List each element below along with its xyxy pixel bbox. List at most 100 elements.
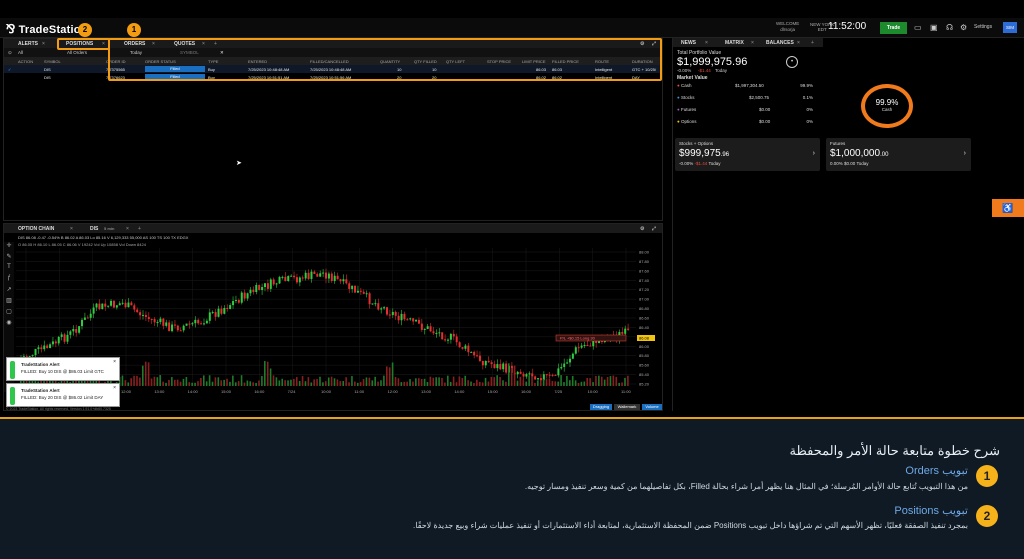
wallemark-button[interactable]: Wallemark [614, 404, 640, 410]
candle-body [150, 318, 153, 320]
indicator-icon[interactable]: ƒ [4, 275, 14, 286]
candle-body [307, 272, 310, 279]
volume-bar [264, 361, 266, 386]
account-select[interactable]: All [18, 50, 23, 55]
volume-bar [493, 377, 496, 386]
volume-bar [330, 376, 333, 386]
volume-bar [284, 380, 286, 386]
y-tick-label: 86.80 [639, 306, 650, 311]
volume-bar [531, 376, 533, 386]
stocks-options-card[interactable]: Stocks + Options $999,975.96 -0.00% -$1.… [675, 138, 820, 171]
tab-matrix[interactable]: MATRIX [725, 39, 744, 47]
volume-bar [339, 381, 342, 386]
tab-alerts[interactable]: ALERTS [18, 40, 38, 48]
candle-body [519, 371, 522, 374]
crosshair-icon[interactable]: ✛ [4, 242, 14, 253]
positions-highlight [57, 38, 110, 50]
volume-bar [606, 376, 609, 386]
y-tick-label: 86.40 [639, 325, 650, 330]
eye-icon[interactable]: ◉ [4, 319, 14, 330]
tab-news[interactable]: NEWS [681, 39, 696, 47]
close-icon[interactable]: × [113, 385, 116, 391]
bars-icon[interactable]: ▥ [4, 297, 14, 308]
volume-bar [380, 380, 382, 386]
volume-bar [214, 377, 217, 386]
settings-link[interactable]: Settings [974, 24, 992, 30]
candle-body [458, 342, 461, 348]
volume-bar [461, 378, 464, 386]
layout-icon[interactable]: ▭ [914, 23, 922, 32]
tab-balances[interactable]: BALANCES [766, 39, 794, 47]
volume-bar [502, 380, 504, 386]
x-tick-label: 10:00 [321, 389, 332, 394]
y-tick-label: 88.00 [639, 250, 650, 255]
text-icon[interactable]: T [4, 264, 14, 275]
gear-icon[interactable]: ⚙ [960, 23, 967, 32]
candle-body [205, 320, 208, 324]
candle-body [624, 328, 627, 334]
trade-button[interactable]: Trade [880, 22, 907, 34]
candle-body [54, 341, 57, 344]
shape-icon[interactable]: ▢ [4, 308, 14, 319]
eye-icon[interactable]: • [786, 56, 798, 68]
candle-body [298, 277, 301, 283]
candle-body [179, 330, 182, 332]
volume-bar [612, 375, 615, 386]
tab-option-chain[interactable]: OPTION CHAIN [18, 225, 54, 233]
volume-bar [496, 375, 498, 386]
x-tick-label: 14:00 [188, 389, 199, 394]
y-tick-label: 87.40 [639, 278, 650, 283]
window-icon[interactable]: ▣ [930, 23, 938, 32]
volume-bar [595, 375, 597, 386]
candle-body [110, 300, 113, 306]
fill-alert[interactable]: TradeStation Alert FILLED: Buy 10 DIS @ … [6, 357, 120, 381]
candle-body [188, 323, 191, 325]
candle-body [57, 336, 60, 344]
candle-body [325, 272, 327, 279]
volume-bar [624, 377, 626, 386]
volume-bar [586, 377, 589, 386]
volume-bar [580, 381, 583, 386]
candle-body [423, 328, 426, 330]
trend-icon[interactable]: ↗ [4, 286, 14, 297]
volume-bar [359, 382, 362, 386]
headset-icon[interactable]: ☊ [946, 23, 953, 32]
candle-body [322, 272, 325, 274]
volume-bar [130, 378, 132, 386]
candle-body [234, 300, 237, 302]
draw-icon[interactable]: ✎ [4, 253, 14, 264]
candle-body [249, 289, 252, 294]
candle-body [107, 305, 110, 307]
volume-bar [627, 375, 629, 386]
x-tick-label: 7/25 [554, 389, 563, 394]
accessibility-icon[interactable]: ♿ [992, 199, 1024, 217]
candle-body [348, 283, 351, 289]
volume-bar [354, 381, 356, 386]
candle-body [365, 293, 368, 295]
candle-body [577, 347, 580, 349]
candle-body [545, 374, 548, 376]
volume-button[interactable]: Volume [642, 404, 662, 410]
futures-card[interactable]: Futures $1,000,000.00 0.00% $0.00 Today … [826, 138, 971, 171]
volume-bar [142, 365, 144, 386]
y-tick-label: 87.20 [639, 287, 650, 292]
tab-dis[interactable]: DIS [90, 225, 98, 233]
expand-icon[interactable]: ⤢ [652, 225, 656, 233]
list-item: ● Cash $1,997,304.50 99.9% [677, 83, 813, 88]
volume-bar [386, 366, 388, 386]
close-icon[interactable]: × [113, 359, 116, 365]
y-tick-label: 85.20 [639, 382, 650, 387]
volume-bar [415, 378, 417, 386]
volume-bar [368, 377, 371, 386]
candle-body [261, 287, 264, 291]
candle-body [342, 279, 345, 282]
candle-body [394, 311, 397, 316]
interval-select[interactable]: 5 min [104, 225, 114, 233]
order-filter-select[interactable]: All Orders [67, 50, 87, 55]
balances-tabrow: NEWS × MATRIX × BALANCES × + [673, 38, 823, 47]
candle-body [240, 292, 243, 303]
fill-alert[interactable]: TradeStation Alert FILLED: Buy 20 DIS @ … [6, 383, 120, 407]
y-tick-label: 87.00 [639, 297, 650, 302]
gear-icon[interactable]: ⚙ [640, 225, 644, 233]
dragging-button[interactable]: Dragging [590, 404, 612, 410]
